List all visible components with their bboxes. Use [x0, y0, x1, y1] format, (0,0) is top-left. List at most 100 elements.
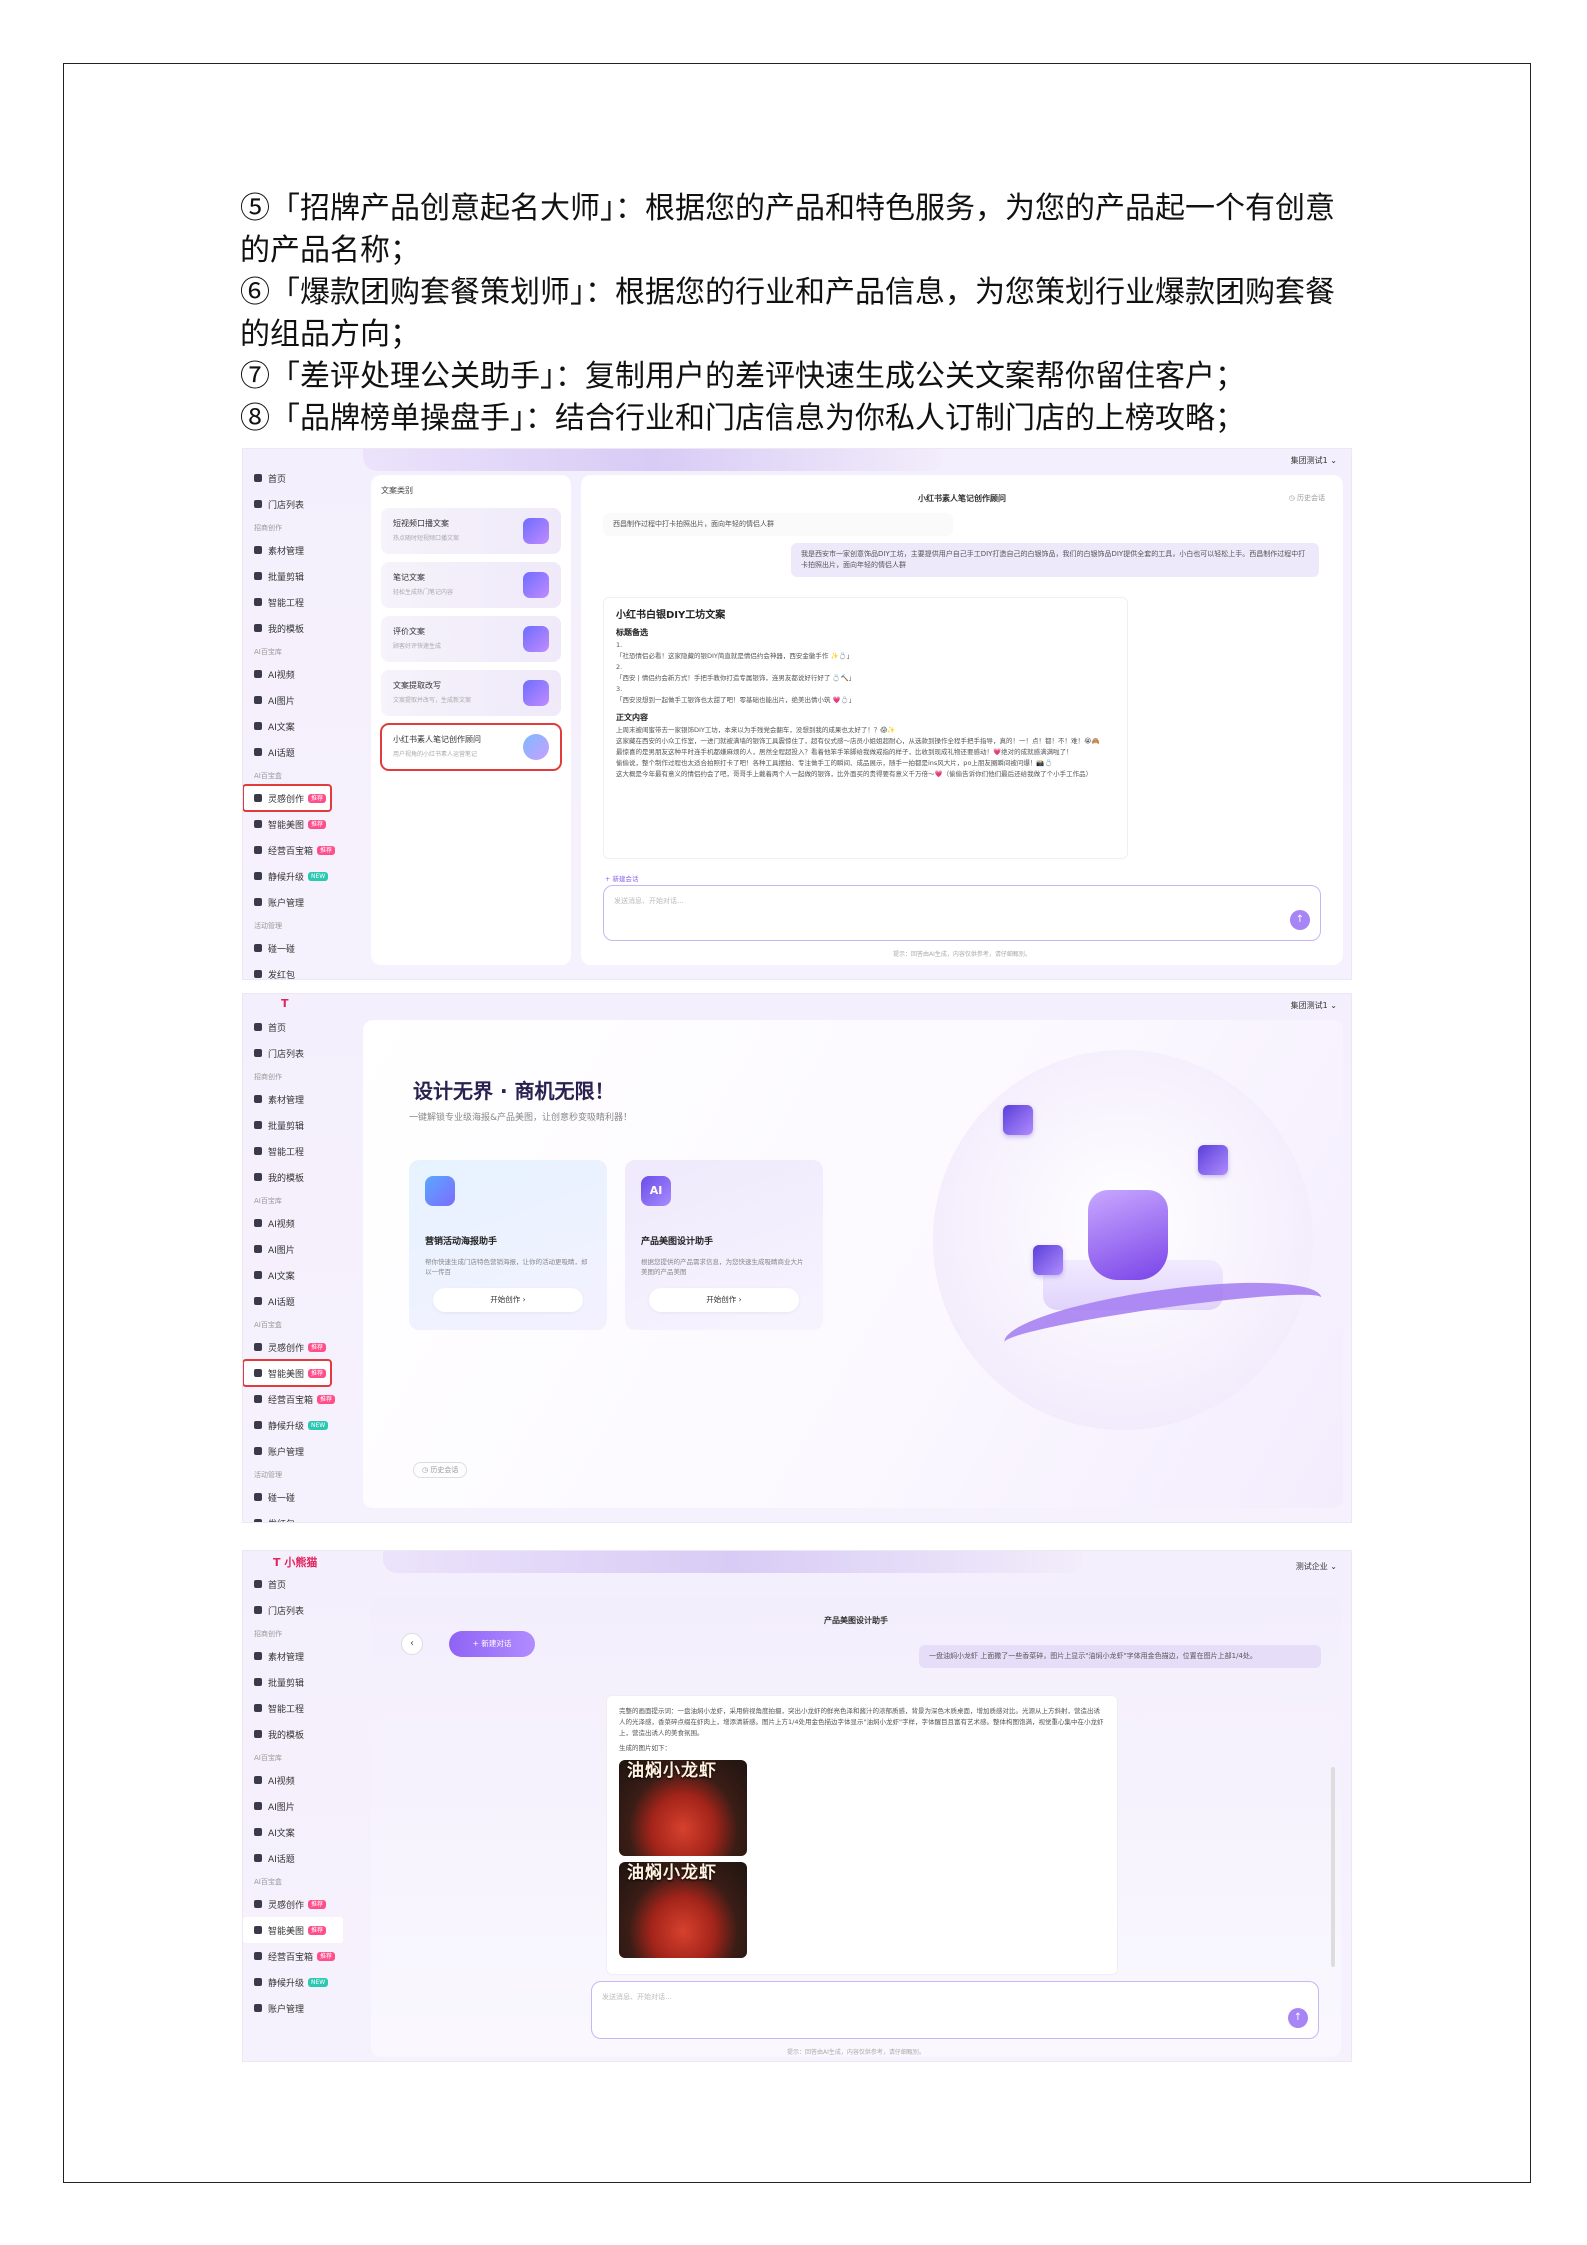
poster-assistant-card[interactable]: 营销活动海报助手 帮你快速生成门店特色营销海报，让你的活动更吸睛，却以一传百 开… [409, 1160, 607, 1330]
nav-smart-design[interactable]: 智能美图 推荐 [243, 811, 351, 837]
category-card[interactable]: 笔记文案 轻松生成热门笔记内容 [381, 562, 561, 608]
nav-stores[interactable]: 门店列表 [243, 1597, 351, 1623]
nav-ops-box[interactable]: 经营百宝箱 推荐 [243, 837, 351, 863]
category-card-selected[interactable]: 小红书素人笔记创作顾问 用户视角的小红书素人运营笔记 [380, 723, 562, 771]
generated-image[interactable]: 油焖小龙虾 [619, 1760, 747, 1856]
nav-my-templates[interactable]: 我的模板 [243, 1164, 351, 1190]
nav-red-packet[interactable]: 发红包 [243, 961, 351, 979]
paragraph-7: ⑦「差评处理公关助手」：复制用户的差评快速生成公关文案帮你留住客户； [240, 359, 1245, 394]
user-menu[interactable]: 测试企业 ⌄ [1296, 1561, 1337, 1572]
nav-quiet-upgrade[interactable]: 静候升级 NEW [243, 1969, 351, 1995]
nav-ai-image[interactable]: AI图片 [243, 1236, 351, 1262]
nav-materials[interactable]: 素材管理 [243, 1643, 351, 1669]
history-link[interactable]: ◷ 历史会话 [1289, 493, 1325, 503]
nav-inspiration[interactable]: 灵感创作 推荐 [243, 1891, 351, 1917]
group-label: AI百宝库 [254, 648, 282, 656]
upgrade-icon [254, 872, 262, 880]
nav-ai-copy[interactable]: AI文案 [243, 713, 351, 739]
nav-smart-design[interactable]: 智能美图 推荐 [243, 1359, 332, 1387]
nav-batch-edit[interactable]: 批量剪辑 [243, 563, 351, 589]
nav-quiet-upgrade[interactable]: 静候升级 NEW [243, 1412, 351, 1438]
scissors-icon [254, 572, 262, 580]
nav-ai-video[interactable]: AI视频 [243, 661, 351, 687]
gear-icon [254, 1147, 262, 1155]
nav-materials[interactable]: 素材管理 [243, 537, 351, 563]
home-icon [254, 474, 262, 482]
nav-ops-box[interactable]: 经营百宝箱 推荐 [243, 1943, 351, 1969]
nav-ai-copy[interactable]: AI文案 [243, 1262, 351, 1288]
nav-home[interactable]: 首页 [243, 1014, 351, 1040]
nav-smart-project[interactable]: 智能工程 [243, 589, 351, 615]
nav-materials[interactable]: 素材管理 [243, 1086, 351, 1112]
template-icon [254, 1730, 262, 1738]
nav-smart-project[interactable]: 智能工程 [243, 1695, 351, 1721]
category-card[interactable]: 短视频口播文案 热点随时短视频口播文案 [381, 508, 561, 554]
nav-ai-image[interactable]: AI图片 [243, 1793, 351, 1819]
answer-title: 小红书白银DIY工坊文案 [616, 610, 726, 621]
badge-hot: 推荐 [308, 1925, 327, 1935]
category-card[interactable]: 文案提取改写 文案提取并改写，生成新文案 [381, 670, 561, 716]
start-create-button[interactable]: 开始创作 › [433, 1288, 583, 1312]
nav-ai-topic[interactable]: AI话题 [243, 1288, 351, 1314]
nav-inspiration[interactable]: 灵感创作 推荐 [243, 784, 332, 812]
nav-inspiration[interactable]: 灵感创作 推荐 [243, 1334, 351, 1360]
nav-smart-design[interactable]: 智能美图 推荐 [243, 1917, 343, 1943]
nav-account[interactable]: 账户管理 [243, 1438, 351, 1464]
scrollbar[interactable] [1331, 1767, 1335, 1967]
red-packet-icon [254, 1519, 262, 1522]
back-icon[interactable]: ‹ [401, 1633, 423, 1655]
nav-batch-edit[interactable]: 批量剪辑 [243, 1112, 351, 1138]
nav-account[interactable]: 账户管理 [243, 889, 351, 915]
user-menu[interactable]: 集团测试1 ⌄ [1291, 1000, 1337, 1011]
generated-image[interactable]: 油焖小龙虾 [619, 1862, 747, 1958]
nav-draw[interactable]: 碰一碰 [243, 935, 351, 961]
message-input[interactable]: 发送消息、开始对话... ↑ [591, 1981, 1319, 2039]
nav-red-packet[interactable]: 发红包 [243, 1510, 351, 1522]
user-menu[interactable]: 集团测试1 ⌄ [1291, 455, 1337, 466]
nav-home[interactable]: 首页 [243, 465, 351, 491]
image-icon [254, 1802, 262, 1810]
video-illustration-icon [523, 518, 549, 544]
chat-panel: 小红书素人笔记创作顾问 ◷ 历史会话 西昌制作过程中打卡拍照出片，面向年轻的情侣… [581, 475, 1343, 965]
card-title: 营销活动海报助手 [425, 1237, 498, 1247]
nav-account[interactable]: 账户管理 [243, 1995, 351, 2021]
nav-ops-box[interactable]: 经营百宝箱 推荐 [243, 1386, 351, 1412]
send-icon[interactable]: ↑ [1290, 910, 1310, 930]
nav-ai-video[interactable]: AI视频 [243, 1767, 351, 1793]
nav-stores[interactable]: 门店列表 [243, 1040, 351, 1066]
answer-line: 偷偷说，整个制作过程也太适合拍照打卡了吧！各种工具摆拍、专注做手工的瞬间、成品展… [616, 759, 1053, 767]
badge-hot: 推荐 [317, 1394, 336, 1404]
nav-ai-topic[interactable]: AI话题 [243, 1845, 351, 1871]
nav-draw[interactable]: 碰一碰 [243, 1484, 351, 1510]
user-icon [254, 898, 262, 906]
group-label: AI百宝盒 [254, 1321, 282, 1329]
start-create-button[interactable]: 开始创作 › [649, 1288, 799, 1312]
nav-home[interactable]: 首页 [243, 1571, 351, 1597]
nav-smart-project[interactable]: 智能工程 [243, 1138, 351, 1164]
nav-ai-topic[interactable]: AI话题 [243, 739, 351, 765]
history-button[interactable]: ◷ 历史会话 [413, 1462, 468, 1478]
document-icon [254, 1271, 262, 1279]
user-icon [254, 2004, 262, 2012]
home-icon [254, 1580, 262, 1588]
nav-my-templates[interactable]: 我的模板 [243, 1721, 351, 1747]
nav-ai-video[interactable]: AI视频 [243, 1210, 351, 1236]
message-input[interactable]: 发送消息、开始对话... ↑ [603, 885, 1321, 941]
gear-icon [254, 598, 262, 606]
nav-ai-copy[interactable]: AI文案 [243, 1819, 351, 1845]
send-icon[interactable]: ↑ [1288, 2008, 1308, 2028]
nav-batch-edit[interactable]: 批量剪辑 [243, 1669, 351, 1695]
nav-my-templates[interactable]: 我的模板 [243, 615, 351, 641]
group-label: AI百宝库 [254, 1197, 282, 1205]
ai-answer: 小红书白银DIY工坊文案 标题备选 1. 「社恐情侣必看！这家隐藏的银DIY简直… [603, 597, 1128, 859]
group-label: 招商创作 [254, 524, 282, 532]
nav-quiet-upgrade[interactable]: 静候升级 NEW [243, 863, 351, 889]
new-chat-button[interactable]: + 新建对话 [449, 1631, 535, 1657]
category-card[interactable]: 评价文案 顾客好评快速生成 [381, 616, 561, 662]
nav-stores[interactable]: 门店列表 [243, 491, 351, 517]
new-session-link[interactable]: + 新建会话 [605, 873, 639, 883]
product-design-card[interactable]: AI 产品美图设计助手 根据您提供的产品需求信息，为您快速生成吸睛商业大片美图的… [625, 1160, 823, 1330]
avatar-illustration-icon [523, 734, 549, 760]
badge-hot: 推荐 [317, 845, 336, 855]
nav-ai-image[interactable]: AI图片 [243, 687, 351, 713]
